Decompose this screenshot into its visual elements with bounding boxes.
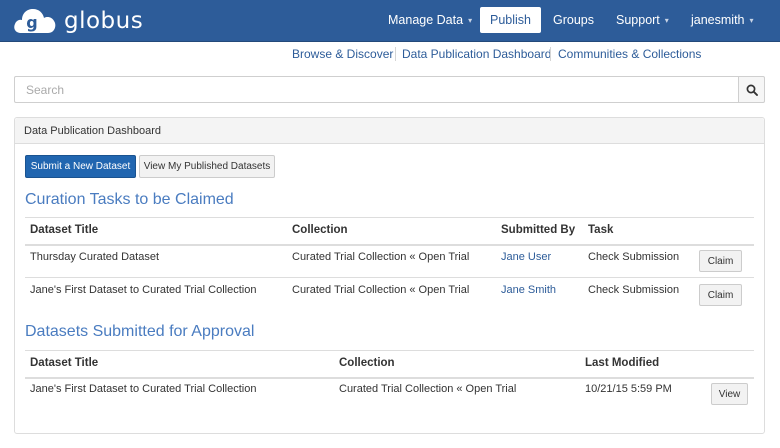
panel-header: Data Publication Dashboard [15,118,764,144]
subnav-divider [395,47,396,61]
cell-collection: Curated Trial Collection « Open Trial [292,284,470,296]
nav-label: Groups [553,13,594,27]
table-top-rule [25,350,754,351]
table-header-rule [25,244,754,246]
nav-groups[interactable]: Groups [543,7,604,33]
nav-support[interactable]: Support ▾ [606,7,679,33]
col-last-modified: Last Modified [585,357,660,369]
col-submitted-by: Submitted By [501,224,576,236]
subnav-communities-collections[interactable]: Communities & Collections [558,45,701,63]
cloud-logo-icon: g [12,6,58,36]
col-dataset-title: Dataset Title [30,357,99,369]
nav-label: Manage Data [388,13,464,27]
col-task: Task [588,224,614,236]
top-navbar: g globus Manage Data ▾ Publish Groups Sup… [0,0,780,42]
cell-last-modified: 10/21/15 5:59 PM [585,383,672,395]
row-divider [25,277,754,278]
cell-dataset-title: Thursday Curated Dataset [30,251,160,263]
col-collection: Collection [292,224,348,236]
search-input[interactable] [14,76,738,103]
dashboard-panel: Data Publication Dashboard Submit a New … [14,117,765,434]
logo-letter: g [26,13,37,32]
cell-task: Check Submission [588,251,680,263]
submitted-datasets-heading: Datasets Submitted for Approval [25,323,255,340]
cell-task: Check Submission [588,284,680,296]
cell-dataset-title: Jane's First Dataset to Curated Trial Co… [30,284,257,296]
nav-label: Support [616,13,660,27]
cell-collection: Curated Trial Collection « Open Trial [292,251,470,263]
claim-button[interactable]: Claim [699,284,742,306]
cell-collection: Curated Trial Collection « Open Trial [339,383,517,395]
col-collection: Collection [339,357,395,369]
panel-title: Data Publication Dashboard [24,125,161,137]
table-header-rule [25,377,754,379]
submit-new-dataset-button[interactable]: Submit a New Dataset [25,155,136,178]
subnav-divider [550,47,551,61]
submitter-link[interactable]: Jane User [501,251,551,263]
subnav-browse-discover[interactable]: Browse & Discover [292,45,393,63]
search-icon [746,84,758,96]
view-button[interactable]: View [711,383,748,405]
subnav-data-publication-dashboard[interactable]: Data Publication Dashboard [402,45,551,63]
nav-label: janesmith [691,13,745,27]
curation-tasks-heading: Curation Tasks to be Claimed [25,191,234,208]
caret-down-icon: ▾ [468,16,473,25]
table-top-rule [25,217,754,218]
nav-publish[interactable]: Publish [480,7,541,33]
caret-down-icon: ▾ [749,16,754,25]
col-dataset-title: Dataset Title [30,224,99,236]
nav-user-menu[interactable]: janesmith ▾ [681,7,764,33]
caret-down-icon: ▾ [664,16,669,25]
view-published-datasets-button[interactable]: View My Published Datasets [139,155,275,178]
submitter-link[interactable]: Jane Smith [501,284,556,296]
globus-logo[interactable]: g globus [12,6,143,36]
search-button[interactable] [738,76,765,103]
claim-button[interactable]: Claim [699,250,742,272]
brand-name: globus [64,7,144,34]
cell-dataset-title: Jane's First Dataset to Curated Trial Co… [30,383,257,395]
nav-manage-data[interactable]: Manage Data ▾ [378,7,482,33]
nav-label: Publish [490,13,531,27]
